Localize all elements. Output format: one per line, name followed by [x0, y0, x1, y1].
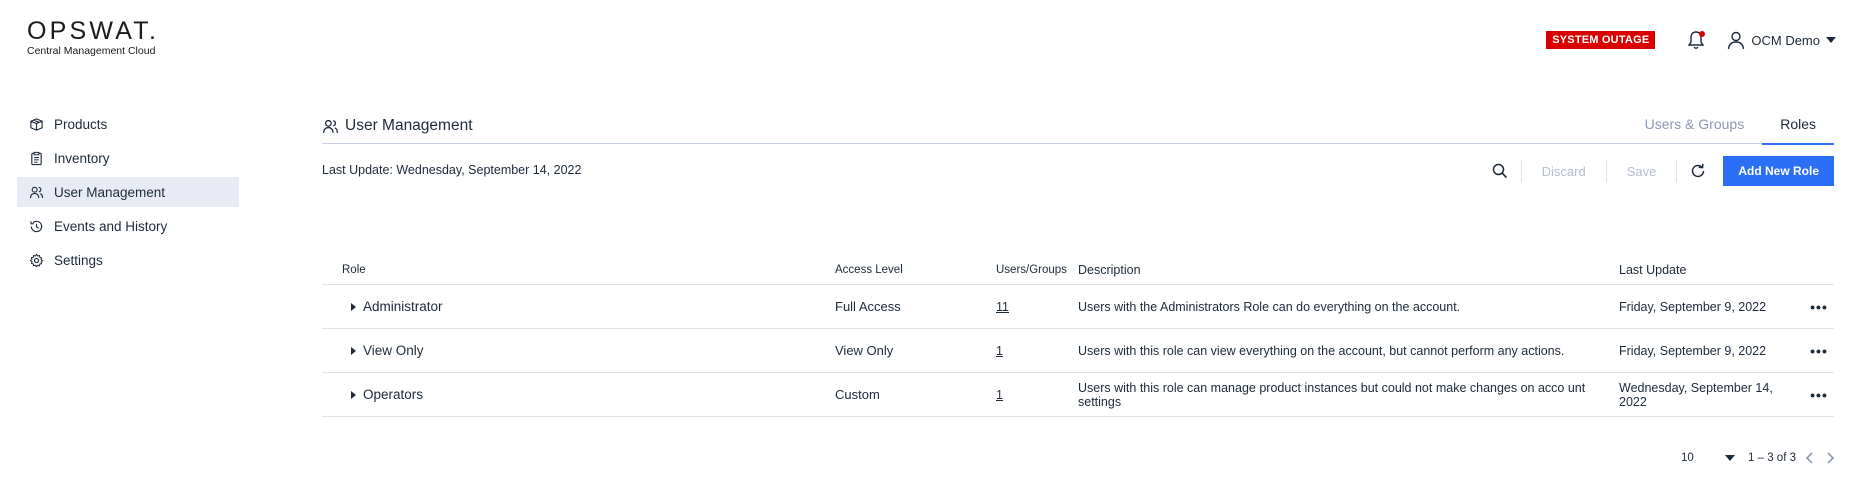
main-content: User Management Users & Groups Roles Las… — [322, 110, 1834, 196]
toolbar-actions: Discard Save Add New Role — [1491, 156, 1834, 186]
divider — [1520, 160, 1522, 182]
history-icon — [30, 220, 43, 232]
role-name: Administrator — [363, 299, 443, 314]
sidebar-item-label: User Management — [54, 184, 166, 200]
page-size-select[interactable]: 10 — [1681, 452, 1721, 464]
table-row[interactable]: Operators Custom 1 Users with this role … — [322, 373, 1834, 417]
gear-icon — [29, 253, 44, 267]
users-icon — [322, 119, 339, 133]
users-groups-cell: 1 — [996, 387, 1078, 402]
chevron-left-icon[interactable] — [1804, 451, 1816, 465]
search-icon[interactable] — [1491, 162, 1509, 180]
opswat-logo[interactable]: OPSWAT. Central Management Cloud — [27, 18, 159, 57]
sidebar-item-products[interactable]: Products — [17, 109, 239, 139]
sidebar-item-label: Products — [54, 116, 108, 132]
users-groups-cell: 1 — [996, 343, 1078, 358]
description-cell: Users with this role can manage product … — [1078, 380, 1586, 409]
box-icon — [30, 117, 43, 131]
divider — [1676, 160, 1678, 182]
page-title-text: User Management — [345, 117, 473, 134]
access-level-cell: View Only — [835, 343, 894, 358]
page-title: User Management — [322, 117, 473, 135]
roles-table: Role Access Level Users/Groups Descripti… — [322, 255, 1834, 417]
sidebar-item-label: Settings — [54, 252, 103, 268]
access-level-cell: Full Access — [835, 299, 901, 314]
expand-arrow-icon[interactable] — [351, 302, 356, 311]
pagination: 10 1 – 3 of 3 — [1681, 451, 1836, 465]
sidebar-item-events-and-history[interactable]: Events and History — [17, 211, 239, 241]
sidebar-item-inventory[interactable]: Inventory — [17, 143, 239, 173]
refresh-icon[interactable] — [1689, 162, 1707, 180]
column-header-users-groups[interactable]: Users/Groups — [996, 264, 1078, 276]
table-row[interactable]: Administrator Full Access 11 Users with … — [322, 285, 1834, 329]
users-icon — [29, 186, 44, 198]
brand-subtitle: Central Management Cloud — [27, 45, 156, 57]
table-header: Role Access Level Users/Groups Descripti… — [322, 255, 1834, 285]
user-menu[interactable]: OCM Demo — [1726, 30, 1836, 50]
chevron-right-icon[interactable] — [1824, 451, 1836, 465]
notifications-bell-icon[interactable] — [1686, 29, 1706, 51]
sidebar-item-label: Events and History — [54, 218, 168, 234]
sidebar-item-settings[interactable]: Settings — [17, 245, 239, 275]
more-actions-icon[interactable]: ••• — [1804, 343, 1834, 359]
tab-users-and-groups[interactable]: Users & Groups — [1627, 110, 1763, 144]
users-groups-cell: 11 — [996, 299, 1078, 314]
role-cell[interactable]: View Only — [322, 343, 835, 358]
save-button[interactable]: Save — [1619, 164, 1665, 179]
page-range: 1 – 3 of 3 — [1748, 452, 1796, 464]
clipboard-icon — [31, 151, 42, 165]
users-count-link[interactable]: 1 — [996, 388, 1003, 402]
users-count-link[interactable]: 11 — [996, 300, 1009, 314]
expand-arrow-icon[interactable] — [351, 346, 356, 355]
description-cell: Users with the Administrators Role can d… — [1078, 299, 1461, 314]
divider — [1605, 160, 1607, 182]
last-update-cell: Friday, September 9, 2022 — [1619, 343, 1767, 358]
more-actions-icon[interactable]: ••• — [1804, 299, 1834, 315]
role-cell[interactable]: Administrator — [322, 299, 835, 314]
chevron-down-icon — [1826, 37, 1836, 43]
role-name: Operators — [363, 387, 424, 402]
title-row: User Management Users & Groups Roles — [322, 110, 1834, 145]
tabs: Users & Groups Roles — [1627, 110, 1834, 145]
column-header-description[interactable]: Description — [1078, 263, 1619, 277]
role-name: View Only — [363, 343, 424, 358]
toolbar: Last Update: Wednesday, September 14, 20… — [322, 156, 1834, 196]
more-actions-icon[interactable]: ••• — [1804, 387, 1834, 403]
sidebar-item-user-management[interactable]: User Management — [17, 177, 239, 207]
user-name: OCM Demo — [1751, 32, 1820, 48]
chevron-down-icon[interactable] — [1725, 455, 1736, 461]
role-cell[interactable]: Operators — [322, 387, 835, 402]
column-header-last-update[interactable]: Last Update — [1619, 263, 1804, 277]
last-update-text: Last Update: Wednesday, September 14, 20… — [322, 163, 582, 177]
top-bar: SYSTEM OUTAGE OCM Demo — [1546, 25, 1836, 55]
column-header-access-level[interactable]: Access Level — [835, 264, 996, 276]
column-header-role[interactable]: Role — [322, 264, 835, 276]
sidebar-item-label: Inventory — [54, 150, 110, 166]
table-row[interactable]: View Only View Only 1 Users with this ro… — [322, 329, 1834, 373]
add-new-role-button[interactable]: Add New Role — [1723, 156, 1834, 186]
discard-button[interactable]: Discard — [1534, 164, 1594, 179]
system-outage-badge[interactable]: SYSTEM OUTAGE — [1546, 31, 1656, 49]
last-update-cell: Wednesday, September 14, 2022 — [1619, 380, 1773, 409]
brand-name: OPSWAT. — [27, 17, 160, 45]
tab-roles[interactable]: Roles — [1762, 110, 1834, 145]
user-icon — [1728, 31, 1745, 50]
access-level-cell: Custom — [835, 387, 880, 402]
sidebar: Products Inventory User Management Event… — [17, 109, 239, 279]
last-update-cell: Friday, September 9, 2022 — [1619, 299, 1767, 314]
users-count-link[interactable]: 1 — [996, 344, 1003, 358]
description-cell: Users with this role can view everything… — [1078, 343, 1565, 358]
expand-arrow-icon[interactable] — [351, 390, 356, 399]
